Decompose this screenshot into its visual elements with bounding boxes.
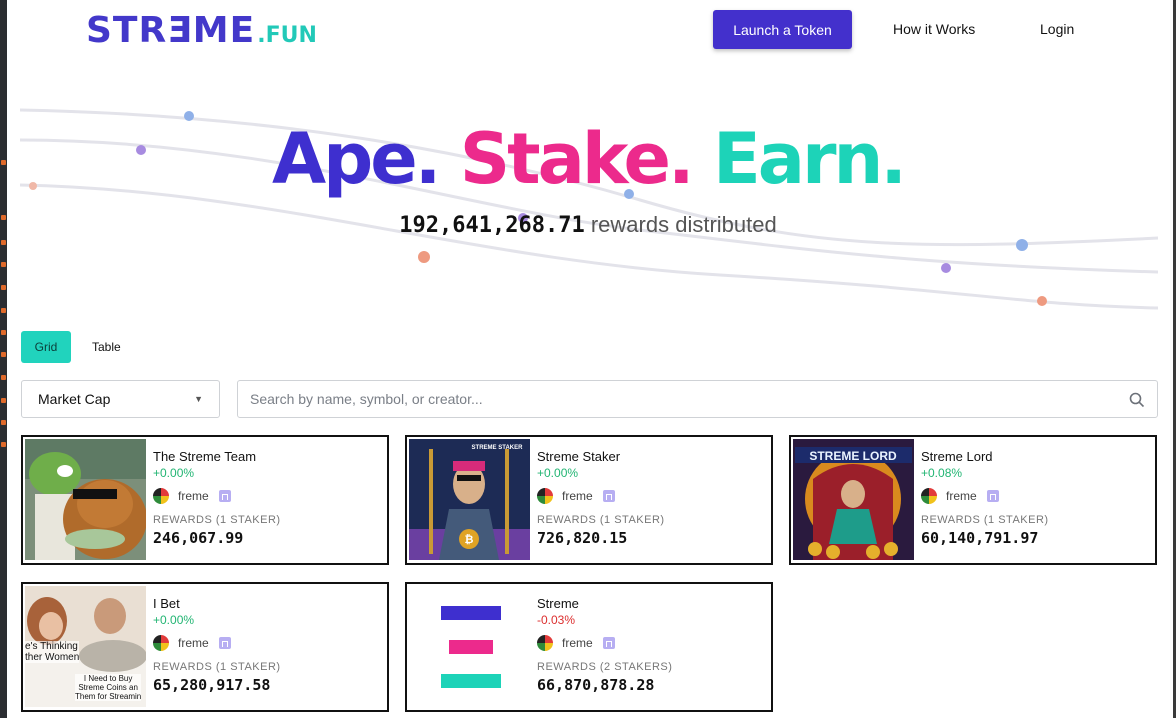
nav-login[interactable]: Login xyxy=(1040,21,1074,37)
tagline-earn: Earn. xyxy=(712,118,907,200)
rewards-label: REWARDS (1 STAKER) xyxy=(153,514,281,526)
creator-avatar[interactable] xyxy=(537,488,553,504)
token-price-change: +0.00% xyxy=(537,466,579,480)
wave-dot xyxy=(1037,296,1047,306)
creator-avatar[interactable] xyxy=(921,488,937,504)
creator-name[interactable]: freme xyxy=(178,636,209,650)
tagline-ape: Ape. xyxy=(272,118,441,200)
pepe-bear-image xyxy=(25,439,146,560)
svg-text:STREME LORD: STREME LORD xyxy=(809,449,897,463)
launch-token-button[interactable]: Launch a Token xyxy=(713,10,852,49)
logo-wordmark: STRƎME xyxy=(86,10,256,51)
search-icon[interactable] xyxy=(1129,392,1145,408)
token-name: The Streme Team xyxy=(153,449,257,464)
search-placeholder: Search by name, symbol, or creator... xyxy=(250,391,483,407)
svg-text:₿: ₿ xyxy=(465,534,474,546)
left-window-edge xyxy=(0,0,7,718)
rewards-label: REWARDS (1 STAKER) xyxy=(921,514,1049,526)
meme-caption-right: I Need to Buy Streme Coins an Them for S… xyxy=(75,674,142,701)
sort-selected-value: Market Cap xyxy=(38,391,111,407)
svg-text:STREME STAKER: STREME STAKER xyxy=(472,445,524,451)
rewards-value: 65,280,917.58 xyxy=(153,676,271,694)
nav-how-it-works[interactable]: How it Works xyxy=(893,21,975,37)
token-card-streme-team[interactable]: The Streme Team +0.00% freme REWARDS (1 … xyxy=(21,435,389,565)
farcaster-icon[interactable] xyxy=(218,490,231,502)
tagline-stake: Stake. xyxy=(459,118,695,200)
creator-name[interactable]: freme xyxy=(946,489,977,503)
creator-name[interactable]: freme xyxy=(562,636,593,650)
rewards-total-value: 192,641,268.71 xyxy=(399,213,585,238)
streme-logo-bars xyxy=(409,586,530,707)
grid-view-button[interactable]: Grid xyxy=(21,331,71,363)
token-name: Streme Staker xyxy=(537,449,621,464)
meme-caption-left: e's Thinking ther Women xyxy=(25,641,80,663)
token-name: Streme Lord xyxy=(921,449,993,464)
token-name: Streme xyxy=(537,596,579,611)
rewards-value: 726,820.15 xyxy=(537,529,628,547)
search-input[interactable]: Search by name, symbol, or creator... xyxy=(237,380,1158,418)
token-price-change: +0.00% xyxy=(153,466,195,480)
rewards-total-label: rewards distributed xyxy=(590,212,777,237)
creator-name[interactable]: freme xyxy=(178,489,209,503)
rewards-distributed: 192,641,268.71 rewards distributed xyxy=(0,212,1176,238)
bed-meme-image: e's Thinking ther Women I Need to Buy St… xyxy=(25,586,146,707)
rewards-label: REWARDS (1 STAKER) xyxy=(153,661,281,673)
farcaster-icon[interactable] xyxy=(602,637,615,649)
token-price-change: -0.03% xyxy=(537,613,576,627)
rewards-value: 66,870,878.28 xyxy=(537,676,655,694)
rewards-label: REWARDS (1 STAKER) xyxy=(537,514,665,526)
site-logo[interactable]: STRƎME .FUN xyxy=(86,10,317,51)
chevron-down-icon: ▼ xyxy=(194,394,203,404)
creator-avatar[interactable] xyxy=(153,635,169,651)
throne-lord-image: STREME LORD xyxy=(793,439,914,560)
wave-dot xyxy=(418,251,430,263)
creator-avatar[interactable] xyxy=(537,635,553,651)
token-card-streme[interactable]: Streme -0.03% freme REWARDS (2 STAKERS) … xyxy=(405,582,773,712)
token-card-i-bet[interactable]: e's Thinking ther Women I Need to Buy St… xyxy=(21,582,389,712)
farcaster-icon[interactable] xyxy=(602,490,615,502)
rewards-value: 246,067.99 xyxy=(153,529,244,547)
token-price-change: +0.00% xyxy=(153,613,195,627)
hero-tagline: Ape. Stake. Earn. xyxy=(0,118,1176,200)
creator-avatar[interactable] xyxy=(153,488,169,504)
creator-name[interactable]: freme xyxy=(562,489,593,503)
wave-dot xyxy=(941,263,951,273)
token-price-change: +0.08% xyxy=(921,466,963,480)
farcaster-icon[interactable] xyxy=(218,637,231,649)
rewards-label: REWARDS (2 STAKERS) xyxy=(537,661,673,673)
token-name: I Bet xyxy=(153,596,180,611)
logo-suffix: .FUN xyxy=(257,23,317,48)
sort-dropdown[interactable]: Market Cap ▼ xyxy=(21,380,220,418)
token-card-streme-lord[interactable]: STREME LORD Streme Lord +0.08% freme REW… xyxy=(789,435,1157,565)
wave-dot xyxy=(1016,239,1028,251)
token-card-streme-staker[interactable]: ₿ STREME STAKER Streme Staker +0.00% fre… xyxy=(405,435,773,565)
table-view-button[interactable]: Table xyxy=(92,340,121,354)
rewards-value: 60,140,791.97 xyxy=(921,529,1039,547)
trident-staker-image: ₿ STREME STAKER xyxy=(409,439,530,560)
farcaster-icon[interactable] xyxy=(986,490,999,502)
